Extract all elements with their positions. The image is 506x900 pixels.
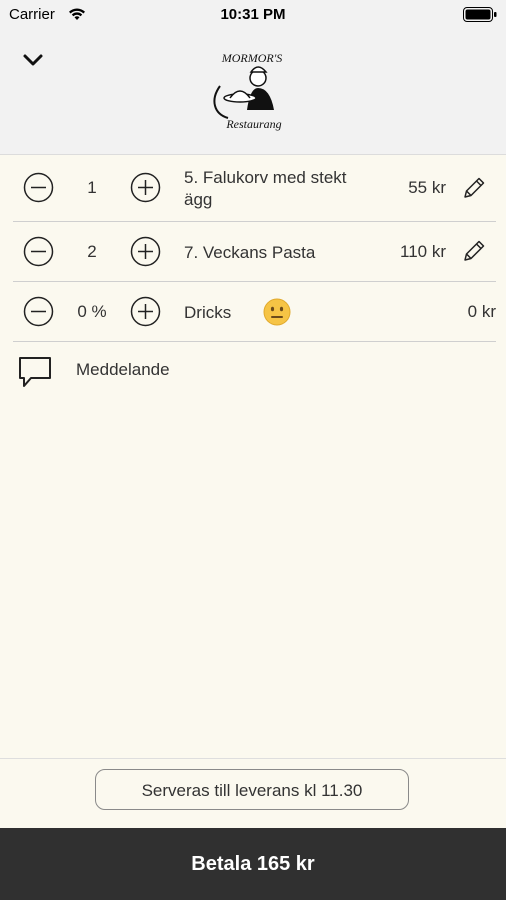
decrease-quantity-button[interactable] bbox=[23, 236, 54, 267]
speech-bubble-icon bbox=[19, 357, 51, 387]
delivery-time-button[interactable]: Serveras till leverans kl 11.30 bbox=[95, 769, 409, 810]
status-bar: Carrier 10:31 PM bbox=[0, 0, 506, 30]
neutral-face-icon bbox=[263, 298, 291, 326]
increase-quantity-button[interactable] bbox=[130, 236, 161, 267]
order-list: 1 5. Falukorv med stekt ägg 55 kr 2 7. V… bbox=[0, 155, 506, 342]
quantity-value: 1 bbox=[87, 178, 97, 197]
tip-amount: 0 kr bbox=[467, 302, 496, 321]
pencil-icon[interactable] bbox=[460, 174, 488, 202]
tip-row: 0 % Dricks 0 kr bbox=[13, 282, 496, 342]
message-label: Meddelande bbox=[76, 360, 170, 379]
battery-icon bbox=[463, 7, 497, 22]
item-price: 55 kr bbox=[408, 178, 446, 197]
svg-text:MORMOR'S: MORMOR'S bbox=[221, 51, 283, 65]
restaurant-logo: MORMOR'S Restaurang bbox=[213, 51, 283, 131]
pencil-icon[interactable] bbox=[460, 237, 488, 265]
chevron-down-icon[interactable] bbox=[19, 50, 47, 70]
decrease-quantity-button[interactable] bbox=[23, 172, 54, 203]
order-item-row: 2 7. Veckans Pasta 110 kr bbox=[13, 222, 496, 282]
item-name: 7. Veckans Pasta bbox=[184, 243, 316, 262]
svg-text:Restaurang: Restaurang bbox=[225, 117, 281, 131]
item-price: 110 kr bbox=[400, 242, 446, 261]
message-row[interactable]: Meddelande bbox=[0, 340, 506, 400]
increase-tip-button[interactable] bbox=[130, 296, 161, 327]
decrease-tip-button[interactable] bbox=[23, 296, 54, 327]
header: MORMOR'S Restaurang bbox=[0, 30, 506, 155]
quantity-value: 2 bbox=[87, 242, 97, 261]
clock: 10:31 PM bbox=[220, 6, 286, 23]
order-item-row: 1 5. Falukorv med stekt ägg 55 kr bbox=[13, 155, 496, 222]
pay-button[interactable]: Betala 165 kr bbox=[0, 828, 506, 900]
serve-area: Serveras till leverans kl 11.30 bbox=[0, 758, 506, 829]
item-name: 5. Falukorv med stekt ägg bbox=[184, 168, 347, 209]
increase-quantity-button[interactable] bbox=[130, 172, 161, 203]
tip-percent: 0 % bbox=[77, 302, 107, 321]
